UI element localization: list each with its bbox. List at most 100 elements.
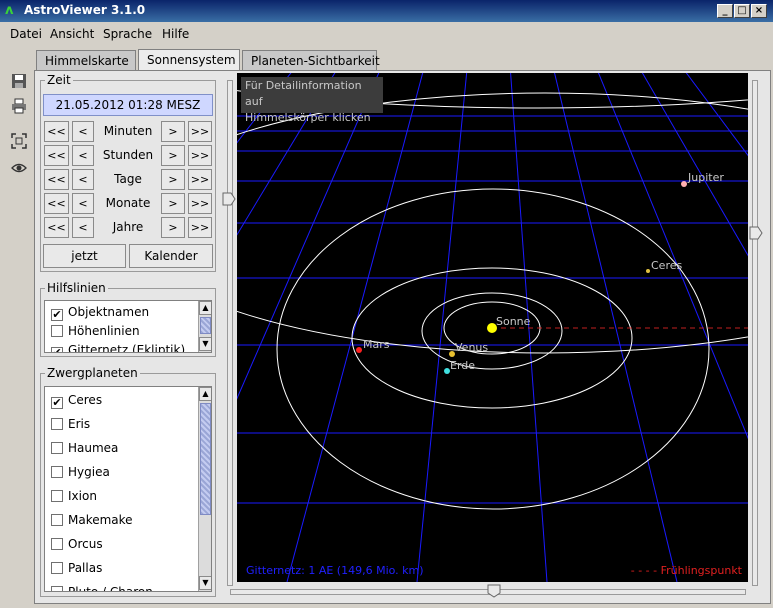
list-item[interactable]: Pluto / Charon bbox=[51, 582, 153, 592]
astroviewer-logo-icon: ᴧ bbox=[5, 3, 14, 18]
years-forward-fast-button[interactable]: >> bbox=[188, 217, 212, 238]
list-item[interactable]: Haumea bbox=[51, 438, 118, 458]
slider-handle-icon[interactable] bbox=[222, 192, 236, 206]
menu-sprache[interactable]: Sprache bbox=[103, 27, 152, 41]
grid-legend: Gitternetz: 1 AE (149,6 Mio. km) bbox=[246, 564, 424, 577]
close-button[interactable]: × bbox=[751, 4, 767, 18]
ceres-marker bbox=[646, 269, 650, 273]
list-item[interactable]: Eris bbox=[51, 414, 90, 434]
minutes-back-fast-button[interactable]: << bbox=[44, 121, 69, 142]
hours-back-fast-button[interactable]: << bbox=[44, 145, 69, 166]
list-item[interactable]: Hygiea bbox=[51, 462, 110, 482]
checkbox-unchecked[interactable] bbox=[51, 586, 63, 591]
days-back-fast-button[interactable]: << bbox=[44, 169, 69, 190]
checkbox-unchecked[interactable] bbox=[51, 442, 63, 454]
now-button[interactable]: jetzt bbox=[43, 244, 126, 268]
slider-handle-icon[interactable] bbox=[749, 226, 763, 240]
years-forward-button[interactable]: > bbox=[161, 217, 185, 238]
menu-datei[interactable]: Datei bbox=[10, 27, 42, 41]
print-icon[interactable] bbox=[10, 98, 28, 116]
checkbox-checked[interactable]: ✔ bbox=[51, 309, 63, 321]
checkbox-checked[interactable]: ✔ bbox=[51, 397, 63, 409]
mars-label: Mars bbox=[363, 338, 390, 351]
time-unit-label: Tage bbox=[114, 172, 142, 186]
months-forward-fast-button[interactable]: >> bbox=[188, 193, 212, 214]
info-hint: Für Detailinformation auf Himmelskörper … bbox=[241, 77, 383, 124]
tab-sonnensystem[interactable]: Sonnensystem bbox=[138, 49, 240, 71]
minutes-forward-fast-button[interactable]: >> bbox=[188, 121, 212, 142]
checkbox-unchecked[interactable] bbox=[51, 466, 63, 478]
checkbox-unchecked[interactable] bbox=[51, 325, 63, 337]
vertical-tilt-slider[interactable] bbox=[227, 80, 233, 586]
maximize-button[interactable]: □ bbox=[734, 4, 750, 18]
grid-line bbox=[237, 73, 292, 144]
save-icon[interactable] bbox=[10, 73, 28, 91]
hours-back-button[interactable]: < bbox=[72, 145, 94, 166]
list-item[interactable]: ✔ Gitternetz (Ekliptik) bbox=[51, 340, 185, 352]
checkbox-unchecked[interactable] bbox=[51, 538, 63, 550]
checkbox-unchecked[interactable] bbox=[51, 418, 63, 430]
time-unit-label: Monate bbox=[105, 196, 151, 210]
spring-point-legend: - - - - Frühlingspunkt bbox=[630, 564, 742, 577]
checkbox-checked[interactable]: ✔ bbox=[51, 347, 63, 352]
list-item-label: Ceres bbox=[68, 393, 103, 407]
checkbox-unchecked[interactable] bbox=[51, 490, 63, 502]
scroll-thumb[interactable] bbox=[200, 403, 211, 515]
list-item[interactable]: Makemake bbox=[51, 510, 133, 530]
scroll-up-arrow-icon[interactable]: ▲ bbox=[199, 301, 211, 315]
list-item[interactable]: ✔ Objektnamen bbox=[51, 302, 149, 322]
list-item[interactable]: Höhenlinien bbox=[51, 321, 140, 341]
scroll-thumb[interactable] bbox=[200, 317, 211, 334]
window-title: AstroViewer 3.1.0 bbox=[24, 3, 146, 17]
hilfslinien-scrollbar[interactable]: ▲ ▼ bbox=[198, 301, 211, 352]
minutes-forward-button[interactable]: > bbox=[161, 121, 185, 142]
minutes-back-button[interactable]: < bbox=[72, 121, 94, 142]
checkbox-unchecked[interactable] bbox=[51, 562, 63, 574]
datetime-display[interactable]: 21.05.2012 01:28 MESZ bbox=[43, 94, 213, 116]
zwergplaneten-list: ✔ Ceres Eris Haumea Hygiea Ixion Makemake Orcus… bbox=[44, 386, 212, 592]
ceres-label: Ceres bbox=[651, 259, 682, 272]
slider-handle-icon[interactable] bbox=[487, 584, 501, 598]
checkbox-unchecked[interactable] bbox=[51, 514, 63, 526]
vertical-zoom-slider[interactable] bbox=[752, 80, 758, 586]
list-item[interactable]: Ixion bbox=[51, 486, 97, 506]
list-item[interactable]: Orcus bbox=[51, 534, 103, 554]
list-item-label: Orcus bbox=[68, 537, 103, 551]
scroll-up-arrow-icon[interactable]: ▲ bbox=[199, 387, 211, 401]
jupiter-marker bbox=[681, 181, 687, 187]
zwergplaneten-scrollbar[interactable]: ▲ ▼ bbox=[198, 387, 211, 591]
orbit-canvas[interactable]: Sonne Venus Erde Mars Ceres Jupiter bbox=[237, 73, 748, 582]
time-unit-label: Stunden bbox=[102, 148, 154, 162]
calendar-button[interactable]: Kalender bbox=[129, 244, 213, 268]
zeit-title: Zeit bbox=[45, 73, 73, 87]
hilfslinien-list: ✔ Objektnamen Höhenlinien ✔ Gitternetz (Ekli… bbox=[44, 300, 212, 353]
menu-hilfe[interactable]: Hilfe bbox=[162, 27, 189, 41]
days-forward-fast-button[interactable]: >> bbox=[188, 169, 212, 190]
years-back-button[interactable]: < bbox=[72, 217, 94, 238]
hours-forward-fast-button[interactable]: >> bbox=[188, 145, 212, 166]
title-bar: ᴧ AstroViewer 3.1.0 _ □ × bbox=[0, 0, 773, 22]
list-item-label: Haumea bbox=[68, 441, 119, 455]
list-item[interactable]: ✔ Ceres bbox=[51, 390, 102, 410]
tab-himmelskarte[interactable]: Himmelskarte bbox=[36, 50, 136, 70]
list-item-label: Pluto / Charon bbox=[68, 585, 153, 592]
list-item-label: Makemake bbox=[68, 513, 133, 527]
months-back-button[interactable]: < bbox=[72, 193, 94, 214]
fit-view-icon[interactable] bbox=[10, 133, 28, 151]
tab-planeten-sichtbarkeit[interactable]: Planeten-Sichtbarkeit bbox=[242, 50, 380, 70]
years-back-fast-button[interactable]: << bbox=[44, 217, 69, 238]
months-forward-button[interactable]: > bbox=[161, 193, 185, 214]
minimize-button[interactable]: _ bbox=[717, 4, 733, 18]
scroll-down-arrow-icon[interactable]: ▼ bbox=[199, 337, 211, 351]
hours-forward-button[interactable]: > bbox=[161, 145, 185, 166]
scroll-down-arrow-icon[interactable]: ▼ bbox=[199, 576, 211, 590]
days-forward-button[interactable]: > bbox=[161, 169, 185, 190]
venus-label: Venus bbox=[455, 341, 488, 354]
solar-system-view[interactable]: Sonne Venus Erde Mars Ceres Jupiter bbox=[237, 73, 748, 582]
info-hint-line-1: Für Detailinformation auf bbox=[245, 79, 362, 108]
months-back-fast-button[interactable]: << bbox=[44, 193, 69, 214]
eye-icon[interactable] bbox=[10, 160, 28, 178]
list-item[interactable]: Pallas bbox=[51, 558, 102, 578]
days-back-button[interactable]: < bbox=[72, 169, 94, 190]
menu-ansicht[interactable]: Ansicht bbox=[50, 27, 94, 41]
